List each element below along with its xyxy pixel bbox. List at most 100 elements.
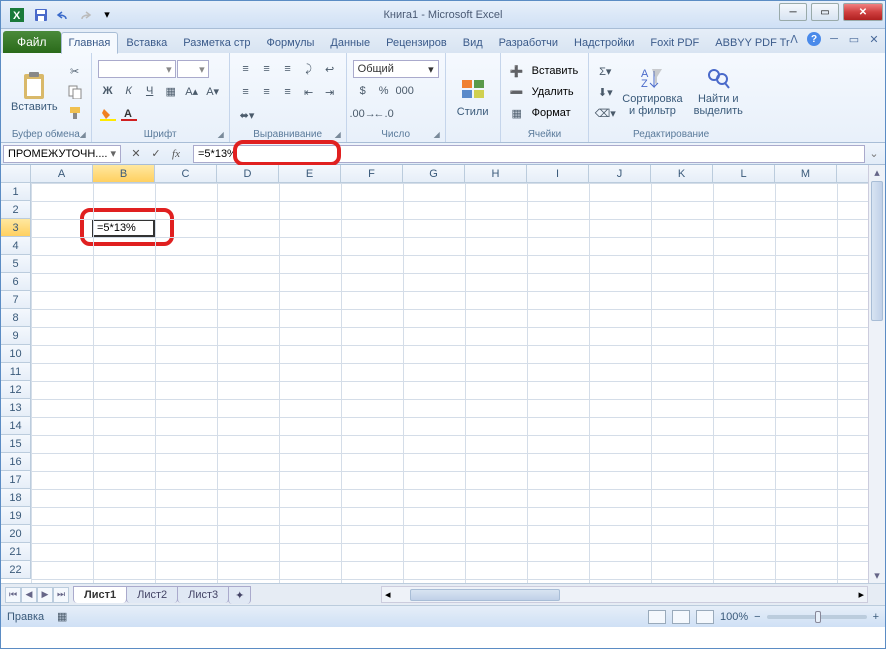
row-header[interactable]: 22 bbox=[1, 561, 31, 579]
zoom-level[interactable]: 100% bbox=[720, 611, 748, 623]
cut-icon[interactable]: ✂ bbox=[65, 61, 85, 81]
number-launcher-icon[interactable]: ◢ bbox=[431, 128, 443, 140]
insert-function-icon[interactable]: fx bbox=[167, 145, 185, 163]
number-format-select[interactable]: Общий▾ bbox=[353, 60, 439, 78]
currency-icon[interactable]: $ bbox=[353, 81, 373, 101]
tab-review[interactable]: Рецензиров bbox=[378, 31, 455, 53]
column-header[interactable]: B bbox=[93, 165, 155, 182]
scroll-down-icon[interactable]: ▾ bbox=[869, 568, 885, 583]
align-right-icon[interactable]: ≡ bbox=[278, 82, 298, 102]
orientation-icon[interactable]: ⤸ bbox=[299, 59, 319, 79]
cells-area[interactable]: =5*13% bbox=[31, 183, 885, 583]
row-header[interactable]: 14 bbox=[1, 417, 31, 435]
zoom-slider[interactable] bbox=[767, 615, 867, 619]
align-top-icon[interactable]: ≡ bbox=[236, 59, 256, 79]
clipboard-launcher-icon[interactable]: ◢ bbox=[77, 128, 89, 140]
row-header[interactable]: 5 bbox=[1, 255, 31, 273]
styles-button[interactable]: Стили bbox=[452, 76, 494, 120]
insert-cells-label[interactable]: Вставить bbox=[528, 63, 583, 79]
minimize-button[interactable]: ─ bbox=[779, 3, 807, 21]
align-bottom-icon[interactable]: ≡ bbox=[278, 59, 298, 79]
new-sheet-icon[interactable]: ✦ bbox=[228, 586, 251, 604]
copy-icon[interactable] bbox=[65, 82, 85, 102]
undo-icon[interactable] bbox=[53, 5, 73, 25]
sheet-first-icon[interactable]: ⏮ bbox=[5, 587, 21, 603]
tab-addins[interactable]: Надстройки bbox=[566, 31, 642, 53]
page-break-view-icon[interactable] bbox=[696, 610, 714, 624]
tab-data[interactable]: Данные bbox=[322, 31, 378, 53]
row-header[interactable]: 2 bbox=[1, 201, 31, 219]
row-header[interactable]: 15 bbox=[1, 435, 31, 453]
close-button[interactable]: ✕ bbox=[843, 3, 883, 21]
sheet-tab-3[interactable]: Лист3 bbox=[177, 586, 229, 603]
increase-font-icon[interactable]: A▴ bbox=[182, 81, 202, 101]
row-header[interactable]: 3 bbox=[1, 219, 31, 237]
align-center-icon[interactable]: ≡ bbox=[257, 82, 277, 102]
scroll-right-icon[interactable]: ▸ bbox=[855, 588, 867, 601]
decrease-decimal-icon[interactable]: ←.0 bbox=[374, 104, 394, 124]
column-header[interactable]: G bbox=[403, 165, 465, 182]
column-header[interactable]: E bbox=[279, 165, 341, 182]
font-size-select[interactable]: ▾ bbox=[177, 60, 209, 78]
bold-button[interactable]: Ж bbox=[98, 81, 118, 101]
minimize-ribbon-icon[interactable]: ᐱ bbox=[787, 32, 801, 46]
format-cells-label[interactable]: Формат bbox=[528, 105, 575, 121]
save-icon[interactable] bbox=[31, 5, 51, 25]
tab-formulas[interactable]: Формулы bbox=[259, 31, 323, 53]
row-header[interactable]: 11 bbox=[1, 363, 31, 381]
doc-minimize-icon[interactable]: ─ bbox=[827, 32, 841, 46]
merge-icon[interactable]: ⬌▾ bbox=[236, 105, 259, 125]
cancel-formula-icon[interactable]: ✕ bbox=[127, 145, 145, 163]
sheet-prev-icon[interactable]: ◀ bbox=[21, 587, 37, 603]
format-cells-icon[interactable]: ▦ bbox=[507, 103, 527, 123]
page-layout-view-icon[interactable] bbox=[672, 610, 690, 624]
column-header[interactable]: A bbox=[31, 165, 93, 182]
column-header[interactable]: K bbox=[651, 165, 713, 182]
column-header[interactable]: C bbox=[155, 165, 217, 182]
font-color-icon[interactable]: A bbox=[119, 104, 139, 124]
row-header[interactable]: 6 bbox=[1, 273, 31, 291]
row-header[interactable]: 16 bbox=[1, 453, 31, 471]
underline-button[interactable]: Ч bbox=[140, 81, 160, 101]
redo-icon[interactable] bbox=[75, 5, 95, 25]
align-middle-icon[interactable]: ≡ bbox=[257, 59, 277, 79]
column-header[interactable]: H bbox=[465, 165, 527, 182]
zoom-in-icon[interactable]: + bbox=[873, 611, 879, 623]
macro-record-icon[interactable]: ▦ bbox=[52, 607, 72, 627]
row-header[interactable]: 20 bbox=[1, 525, 31, 543]
row-header[interactable]: 4 bbox=[1, 237, 31, 255]
sheet-next-icon[interactable]: ▶ bbox=[37, 587, 53, 603]
font-family-select[interactable]: ▾ bbox=[98, 60, 176, 78]
row-header[interactable]: 18 bbox=[1, 489, 31, 507]
zoom-thumb[interactable] bbox=[815, 611, 821, 623]
sort-filter-button[interactable]: AZ Сортировка и фильтр bbox=[618, 65, 686, 119]
clear-icon[interactable]: ⌫▾ bbox=[595, 103, 615, 123]
scroll-up-icon[interactable]: ▴ bbox=[869, 165, 885, 180]
row-header[interactable]: 1 bbox=[1, 183, 31, 201]
row-header[interactable]: 21 bbox=[1, 543, 31, 561]
formula-bar[interactable]: =5*13% ⌄ bbox=[193, 145, 865, 163]
hscroll-thumb[interactable] bbox=[410, 589, 560, 601]
expand-formula-icon[interactable]: ⌄ bbox=[866, 146, 882, 162]
row-header[interactable]: 10 bbox=[1, 345, 31, 363]
select-all-corner[interactable] bbox=[1, 165, 31, 182]
normal-view-icon[interactable] bbox=[648, 610, 666, 624]
row-header[interactable]: 13 bbox=[1, 399, 31, 417]
tab-home[interactable]: Главная bbox=[61, 32, 119, 54]
row-header[interactable]: 9 bbox=[1, 327, 31, 345]
name-box[interactable]: ПРОМЕЖУТОЧН....▾ bbox=[3, 145, 121, 163]
border-icon[interactable]: ▦ bbox=[161, 81, 181, 101]
column-header[interactable]: I bbox=[527, 165, 589, 182]
file-tab[interactable]: Файл bbox=[3, 31, 61, 53]
row-header[interactable]: 17 bbox=[1, 471, 31, 489]
delete-cells-icon[interactable]: ➖ bbox=[507, 82, 527, 102]
tab-developer[interactable]: Разработчи bbox=[491, 31, 566, 53]
column-header[interactable]: F bbox=[341, 165, 403, 182]
sheet-last-icon[interactable]: ⏭ bbox=[53, 587, 69, 603]
delete-cells-label[interactable]: Удалить bbox=[528, 84, 578, 100]
help-icon[interactable]: ? bbox=[807, 32, 821, 46]
insert-cells-icon[interactable]: ➕ bbox=[507, 61, 527, 81]
active-cell[interactable]: =5*13% bbox=[92, 219, 155, 237]
increase-indent-icon[interactable]: ⇥ bbox=[320, 82, 340, 102]
fill-icon[interactable]: ⬇▾ bbox=[595, 82, 615, 102]
